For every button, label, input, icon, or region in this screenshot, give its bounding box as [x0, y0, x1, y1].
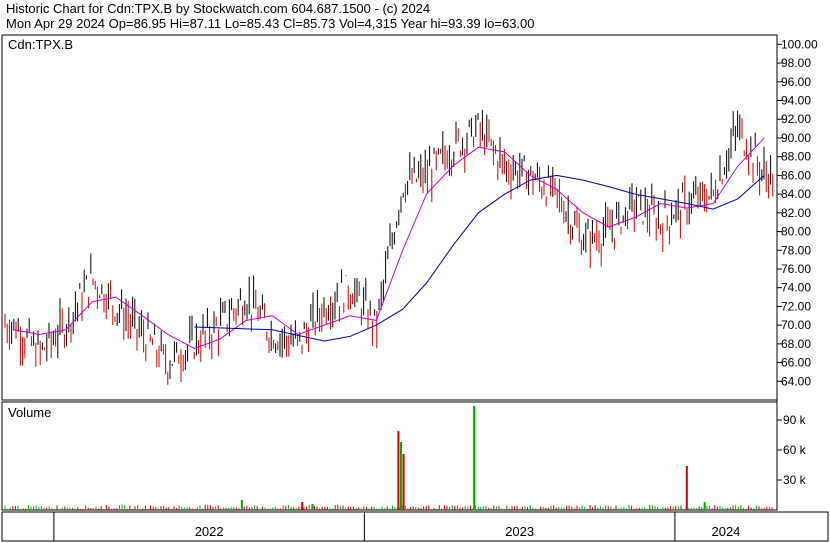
price-tick-label: 80.00: [781, 225, 811, 239]
price-tick-label: 70.00: [781, 318, 811, 332]
price-tick-label: 98.00: [781, 56, 811, 70]
x-axis-strip: [1, 511, 829, 542]
price-tick-label: 88.00: [781, 150, 811, 164]
price-tick-label: 100.00: [781, 37, 818, 51]
year-label: 2024: [711, 524, 740, 539]
price-tick-label: 92.00: [781, 112, 811, 126]
price-tick-label: 76.00: [781, 262, 811, 276]
price-tick-label: 96.00: [781, 75, 811, 89]
year-label: 2023: [505, 524, 534, 539]
stock-chart: 100.00 98.00 96.00 94.00 92.00 90.00 88.00 86.0…: [1, 34, 829, 542]
price-tick-label: 84.00: [781, 187, 811, 201]
price-tick-label: 66.00: [781, 356, 811, 370]
price-panel-frame: [1, 34, 778, 401]
price-tick-label: 90.00: [781, 131, 811, 145]
volume-panel-label: Volume: [8, 405, 51, 420]
price-tick-label: 78.00: [781, 243, 811, 257]
volume-tick-label: 60 k: [783, 443, 807, 457]
volume-tick-label: 30 k: [783, 473, 807, 487]
price-tick-label: 74.00: [781, 281, 811, 295]
price-tick-label: 82.00: [781, 206, 811, 220]
price-tick-label: 94.00: [781, 94, 811, 108]
price-tick-label: 72.00: [781, 299, 811, 313]
year-label: 2022: [195, 524, 224, 539]
price-panel-label: Cdn:TPX.B: [8, 37, 73, 52]
price-tick-label: 86.00: [781, 168, 811, 182]
volume-panel-frame: [1, 401, 778, 511]
volume-tick-label: 90 k: [783, 413, 807, 427]
price-tick-label: 68.00: [781, 337, 811, 351]
price-tick-label: 64.00: [781, 374, 811, 388]
